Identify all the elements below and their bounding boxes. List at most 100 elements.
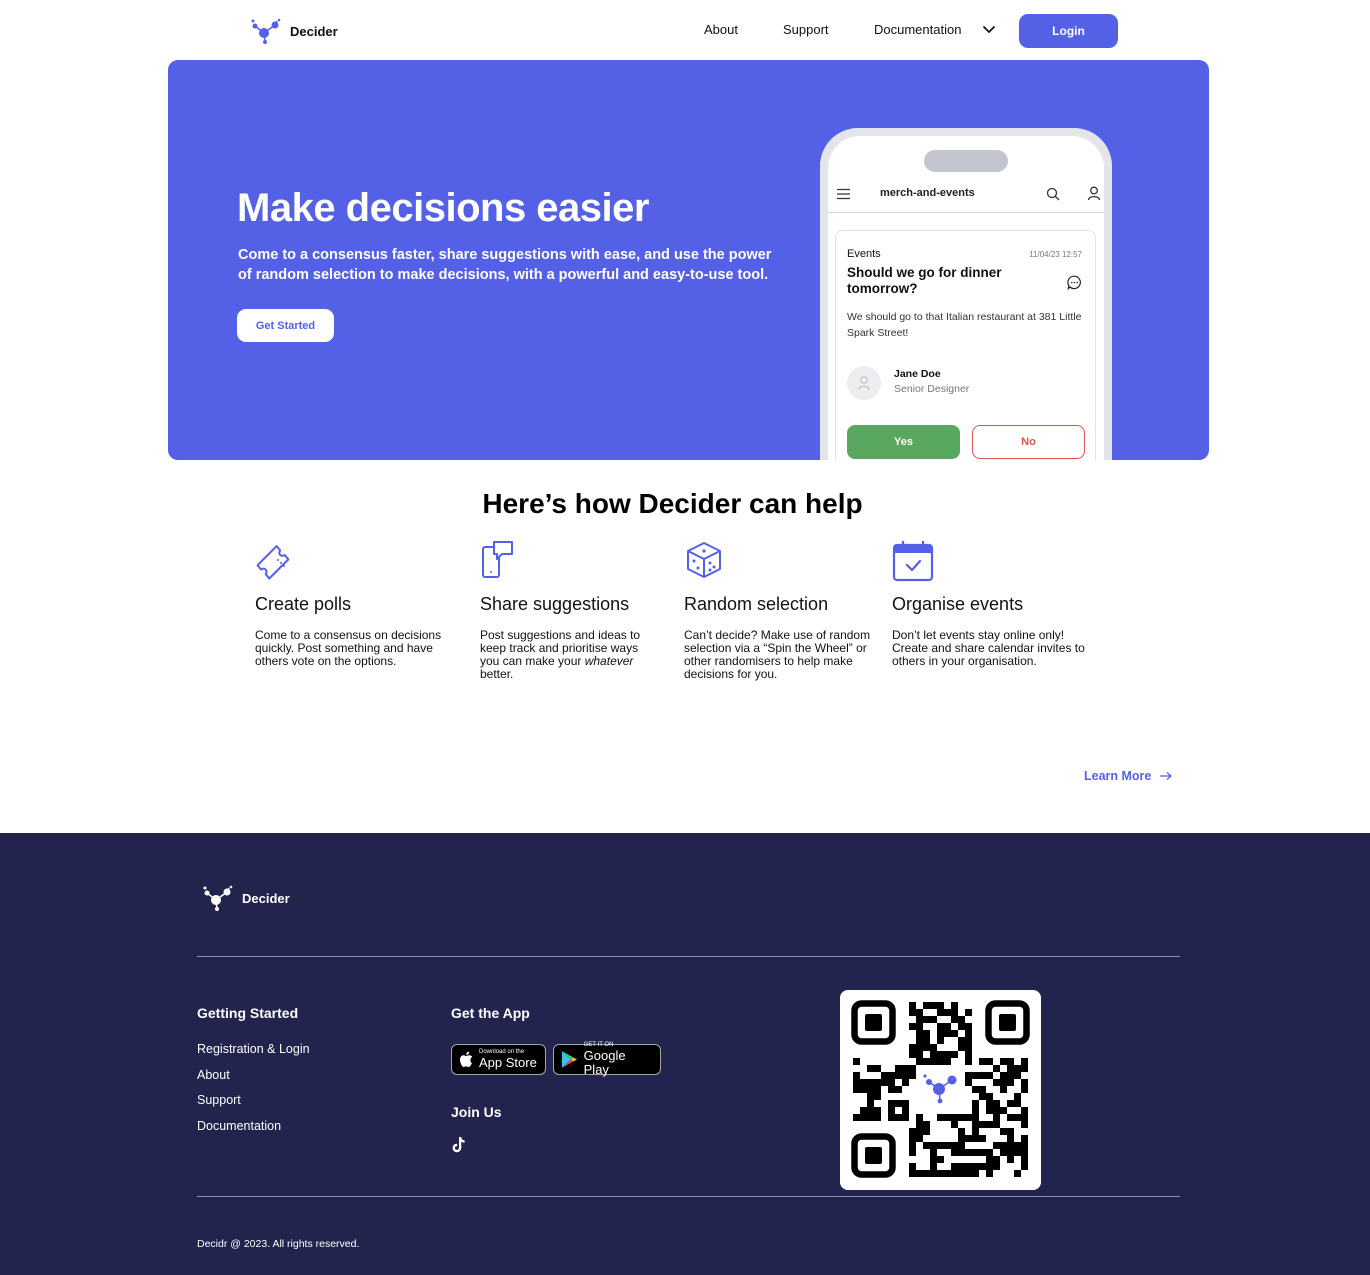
feature-title: Organise events	[892, 594, 1024, 614]
get-app-heading: Get the App	[451, 1005, 530, 1021]
qr-module	[923, 1044, 930, 1051]
qr-module	[1000, 1142, 1007, 1149]
qr-module	[1007, 1072, 1014, 1079]
vote-no-button[interactable]: No	[972, 425, 1085, 459]
qr-module	[1000, 1107, 1007, 1114]
tiktok-icon[interactable]	[451, 1136, 467, 1154]
footer-link-documentation[interactable]: Documentation	[197, 1119, 281, 1133]
hero-banner: Make decisions easier Come to a consensu…	[168, 60, 1209, 460]
qr-module	[972, 1170, 979, 1177]
feature-title: Share suggestions	[480, 594, 630, 614]
qr-module	[972, 1114, 979, 1121]
qr-module	[1007, 1156, 1014, 1163]
qr-module	[937, 1114, 944, 1121]
qr-module	[902, 1065, 909, 1072]
qr-module	[867, 1065, 874, 1072]
qr-module	[972, 1100, 979, 1107]
feature-share-suggestions: Share suggestions Post suggestions and i…	[480, 540, 660, 681]
search-icon[interactable]	[1046, 187, 1060, 201]
footer-brand[interactable]: Decider	[202, 884, 290, 912]
qr-module	[888, 1114, 895, 1121]
qr-module	[1007, 1058, 1014, 1065]
feature-title: Random selection	[684, 594, 829, 614]
google-play-badge[interactable]: GET IT ON Google Play	[553, 1042, 661, 1077]
brand-logo-link[interactable]: Decider	[250, 17, 338, 45]
footer-link-support[interactable]: Support	[197, 1093, 241, 1107]
qr-module	[958, 1037, 965, 1044]
poll-card[interactable]: Events 11/04/23 12:57 Should we go for d…	[835, 230, 1096, 460]
qr-module	[972, 1135, 979, 1142]
app-bar: merch-and-events	[828, 176, 1104, 213]
nav-documentation-link[interactable]: Documentation	[874, 22, 961, 37]
qr-module	[965, 1079, 972, 1086]
phone-notch	[924, 150, 1008, 172]
qr-module	[853, 1079, 860, 1086]
copyright-text: Decidr @ 2023. All rights reserved.	[197, 1238, 360, 1250]
feature-text: Can’t decide? Make use of random selecti…	[684, 628, 871, 681]
footer-link-registration[interactable]: Registration & Login	[197, 1042, 310, 1056]
card-date: 11/04/23 12:57	[1029, 250, 1082, 259]
qr-module	[1014, 1100, 1021, 1107]
qr-module	[951, 1016, 958, 1023]
vote-yes-button[interactable]: Yes	[847, 425, 960, 459]
qr-module	[923, 1058, 930, 1065]
qr-module	[1021, 1058, 1028, 1065]
nav-about-link[interactable]: About	[704, 22, 738, 37]
card-body: We should go to that Italian restaurant …	[847, 311, 1082, 339]
qr-module	[923, 1016, 930, 1023]
qr-module	[874, 1086, 881, 1093]
qr-module	[902, 1107, 909, 1114]
chevron-down-icon[interactable]	[981, 22, 997, 38]
qr-module	[895, 1086, 902, 1093]
brand-name: Decider	[290, 23, 338, 39]
qr-module	[895, 1114, 902, 1121]
nav-support-link[interactable]: Support	[783, 22, 829, 37]
qr-module	[916, 1016, 923, 1023]
qr-module	[860, 1079, 867, 1086]
get-started-button[interactable]: Get Started	[237, 309, 334, 342]
footer-link-about[interactable]: About	[197, 1068, 230, 1082]
qr-module	[986, 1149, 993, 1156]
qr-module	[1007, 1142, 1014, 1149]
login-button[interactable]: Login	[1019, 14, 1118, 48]
qr-module	[986, 1170, 993, 1177]
feature-text: Don’t let events stay online only! Creat…	[892, 628, 1085, 668]
feature-text-emphasis: whatever	[584, 654, 634, 668]
qr-module	[916, 1023, 923, 1030]
qr-module	[937, 1030, 944, 1037]
qr-module	[923, 1128, 930, 1135]
qr-module	[874, 1107, 881, 1114]
learn-more-link[interactable]: Learn More	[1084, 769, 1173, 783]
qr-module	[1000, 1058, 1007, 1065]
qr-module	[1007, 1065, 1014, 1072]
hamburger-menu-icon[interactable]	[836, 188, 851, 200]
qr-module	[1014, 1114, 1021, 1121]
qr-module	[958, 1016, 965, 1023]
qr-module	[986, 1058, 993, 1065]
card-category: Events	[847, 248, 881, 260]
share-note-icon	[482, 541, 513, 578]
qr-module	[909, 1163, 916, 1170]
qr-module	[937, 1156, 944, 1163]
site-footer: Decider Getting Started Registration & L…	[0, 833, 1370, 1275]
qr-module	[881, 1072, 888, 1079]
qr-module	[944, 1051, 951, 1058]
qr-module	[993, 1142, 1000, 1149]
person-placeholder-icon	[858, 376, 870, 391]
qr-module	[1007, 1128, 1014, 1135]
qr-module	[1014, 1142, 1021, 1149]
qr-module	[874, 1065, 881, 1072]
qr-module	[1021, 1107, 1028, 1114]
user-icon[interactable]	[1087, 186, 1101, 201]
qr-module	[867, 1100, 874, 1107]
app-store-badge[interactable]: Download on the App Store	[451, 1044, 546, 1075]
qr-module	[1021, 1079, 1028, 1086]
qr-module	[874, 1079, 881, 1086]
qr-module	[867, 1079, 874, 1086]
comment-icon[interactable]	[1067, 275, 1082, 290]
molecule-logo-icon	[203, 885, 233, 911]
qr-module	[986, 1121, 993, 1128]
qr-module	[888, 1079, 895, 1086]
learn-more-label: Learn More	[1084, 769, 1152, 783]
qr-module	[993, 1121, 1000, 1128]
